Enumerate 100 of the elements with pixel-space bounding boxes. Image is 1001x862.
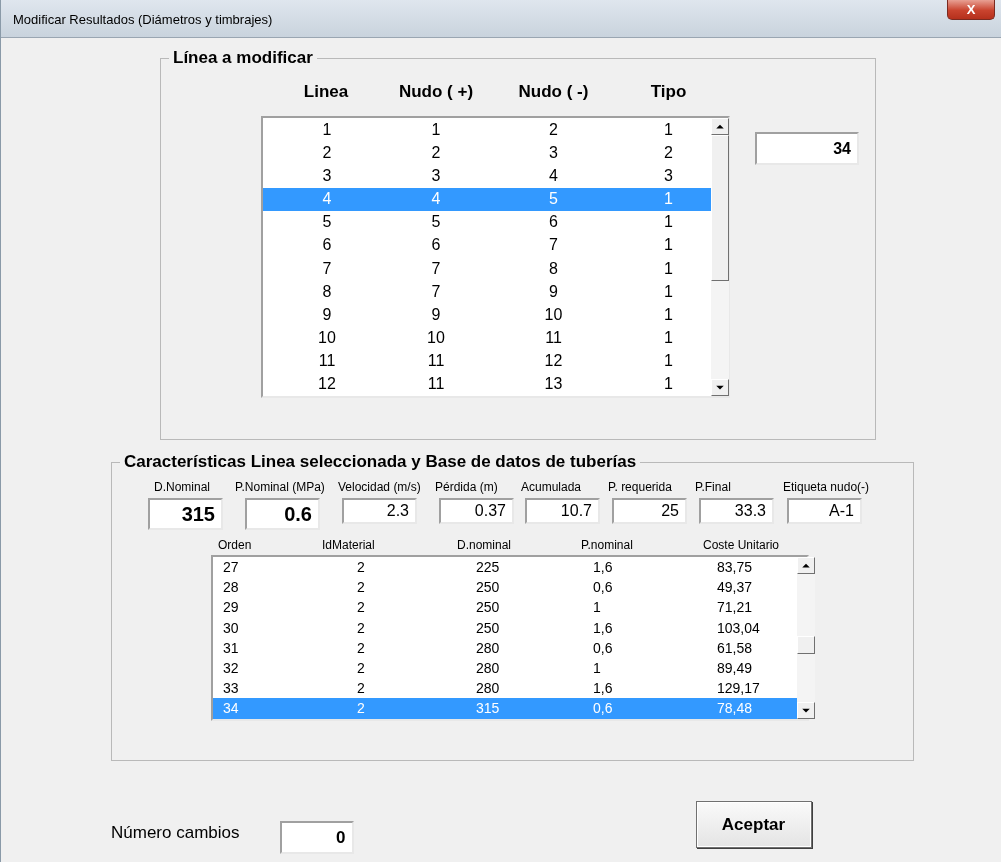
value-field[interactable]: 0.37 xyxy=(439,498,514,524)
value-field[interactable]: 315 xyxy=(148,498,223,530)
list-cell-text: 250 xyxy=(476,599,501,616)
list-cell-text: 4 xyxy=(430,190,442,209)
list-cell-text: 1 xyxy=(593,599,602,616)
list-cell-text: 10 xyxy=(317,329,337,348)
value-field[interactable]: 0.6 xyxy=(245,498,320,530)
list-cell-text: 103,04 xyxy=(717,619,761,636)
changes-field[interactable]: 0 xyxy=(279,821,354,854)
list-cell-text: 2 xyxy=(357,599,366,616)
value-field[interactable]: 2.3 xyxy=(342,498,417,524)
list-cell-text: 129,17 xyxy=(717,680,761,697)
list-cell-text: 4 xyxy=(548,166,559,185)
list-cell-text: 9 xyxy=(321,305,333,324)
scroll-thumb[interactable] xyxy=(711,135,729,281)
list-cell-text: 6 xyxy=(321,236,333,255)
list-cell-text: 2 xyxy=(548,120,559,139)
list-cell-text: 10 xyxy=(543,305,564,324)
column-header: Tipo xyxy=(649,82,688,102)
list-cell-text: 12 xyxy=(543,352,564,371)
list-cell-text: 4 xyxy=(321,190,333,209)
list-cell-text: 225 xyxy=(476,559,501,576)
list-cell-text: 5 xyxy=(430,213,442,232)
list-cell-text: 2 xyxy=(357,660,366,677)
list-cell-text: 2 xyxy=(321,143,333,162)
list-cell-text: 1 xyxy=(663,352,674,371)
list-cell-text: 11 xyxy=(544,329,563,348)
field-label: P.Final xyxy=(695,480,731,496)
list-cell-text: 1 xyxy=(663,282,674,301)
scroll-thumb[interactable] xyxy=(797,636,815,654)
list-cell-text: 34 xyxy=(223,700,240,717)
value-field[interactable]: A-1 xyxy=(787,498,862,524)
scrollbar[interactable] xyxy=(797,557,815,719)
list-cell-text: 2 xyxy=(430,143,442,162)
scroll-up-icon[interactable] xyxy=(797,557,815,574)
list-cell-text: 3 xyxy=(548,143,559,162)
scroll-down-icon[interactable] xyxy=(797,702,815,719)
list-cell-text: 30 xyxy=(223,619,240,636)
group-title: Línea a modificar xyxy=(172,48,314,68)
list-cell-text: 1 xyxy=(663,305,674,324)
list-cell-text: 27 xyxy=(223,559,240,576)
value-field[interactable]: 25 xyxy=(612,498,687,524)
list-cell-text: 6 xyxy=(548,213,559,232)
list-cell-text: 1 xyxy=(593,660,602,677)
list-cell-text: 71,21 xyxy=(717,599,754,616)
list-cell-text: 2 xyxy=(663,143,674,162)
list-cell-text: 9 xyxy=(548,282,559,301)
list-cell-text: 1 xyxy=(663,190,674,209)
list-cell-text: 7 xyxy=(548,236,559,255)
scrollbar[interactable] xyxy=(711,118,729,396)
list-cell-text: 5 xyxy=(548,190,559,209)
list-cell-text: 0,6 xyxy=(593,639,614,656)
list-cell-text: 2 xyxy=(357,700,366,717)
list-cell-text: 11 xyxy=(317,352,337,371)
column-header: Nudo ( -) xyxy=(517,82,590,102)
list-cell-text: 2 xyxy=(357,579,366,596)
list-cell-text: 1 xyxy=(663,329,674,348)
list-cell-text: 2 xyxy=(357,639,366,656)
column-header: IdMaterial xyxy=(322,538,376,552)
list-cell-text: 31 xyxy=(223,639,240,656)
list-cell-text: 2 xyxy=(357,680,366,697)
list-cell-text: 1 xyxy=(663,259,674,278)
list-cell-text: 7 xyxy=(321,259,333,278)
field-label: P. requerida xyxy=(608,480,672,496)
scroll-down-icon[interactable] xyxy=(711,379,729,396)
list-cell-text: 3 xyxy=(663,166,674,185)
list-cell-text: 7 xyxy=(430,259,442,278)
list-cell-text: 250 xyxy=(476,619,501,636)
list-cell-text: 13 xyxy=(543,375,564,394)
list-cell-text: 28 xyxy=(223,579,240,596)
list-cell-text: 315 xyxy=(476,700,501,717)
list-cell-text: 2 xyxy=(357,559,366,576)
list-cell-text: 6 xyxy=(430,236,442,255)
value-field[interactable]: 33.3 xyxy=(699,498,774,524)
list-cell-text: 5 xyxy=(321,213,333,232)
list-cell-text: 280 xyxy=(476,680,501,697)
value-field[interactable]: 10.7 xyxy=(525,498,600,524)
scroll-up-icon[interactable] xyxy=(711,118,729,135)
list-cell-text: 12 xyxy=(317,375,337,394)
close-button[interactable]: X xyxy=(947,0,995,20)
list-cell-text: 1 xyxy=(430,120,442,139)
column-header: Nudo ( +) xyxy=(397,82,475,102)
column-header: P.nominal xyxy=(581,538,634,552)
column-header: Coste Unitario xyxy=(703,538,781,552)
list-cell-text: 11 xyxy=(426,352,446,371)
accept-button[interactable]: Aceptar xyxy=(695,801,812,848)
list-cell-text: 3 xyxy=(430,166,442,185)
list-cell-text: 11 xyxy=(426,375,446,394)
list-cell-text: 280 xyxy=(476,660,501,677)
window-title: Modificar Resultados (Diámetros y timbrajes) xyxy=(13,12,273,27)
list-cell-text: 49,37 xyxy=(717,579,754,596)
line-count-field[interactable]: 34 xyxy=(755,132,859,165)
list-cell-text: 32 xyxy=(223,660,240,677)
field-label: D.Nominal xyxy=(154,480,210,496)
list-cell-text: 1 xyxy=(663,120,674,139)
list-cell-text: 0,6 xyxy=(593,700,614,717)
list-cell-text: 7 xyxy=(430,282,442,301)
column-header: D.nominal xyxy=(457,538,513,552)
list-cell-text: 1 xyxy=(663,236,674,255)
list-cell-text: 8 xyxy=(321,282,333,301)
